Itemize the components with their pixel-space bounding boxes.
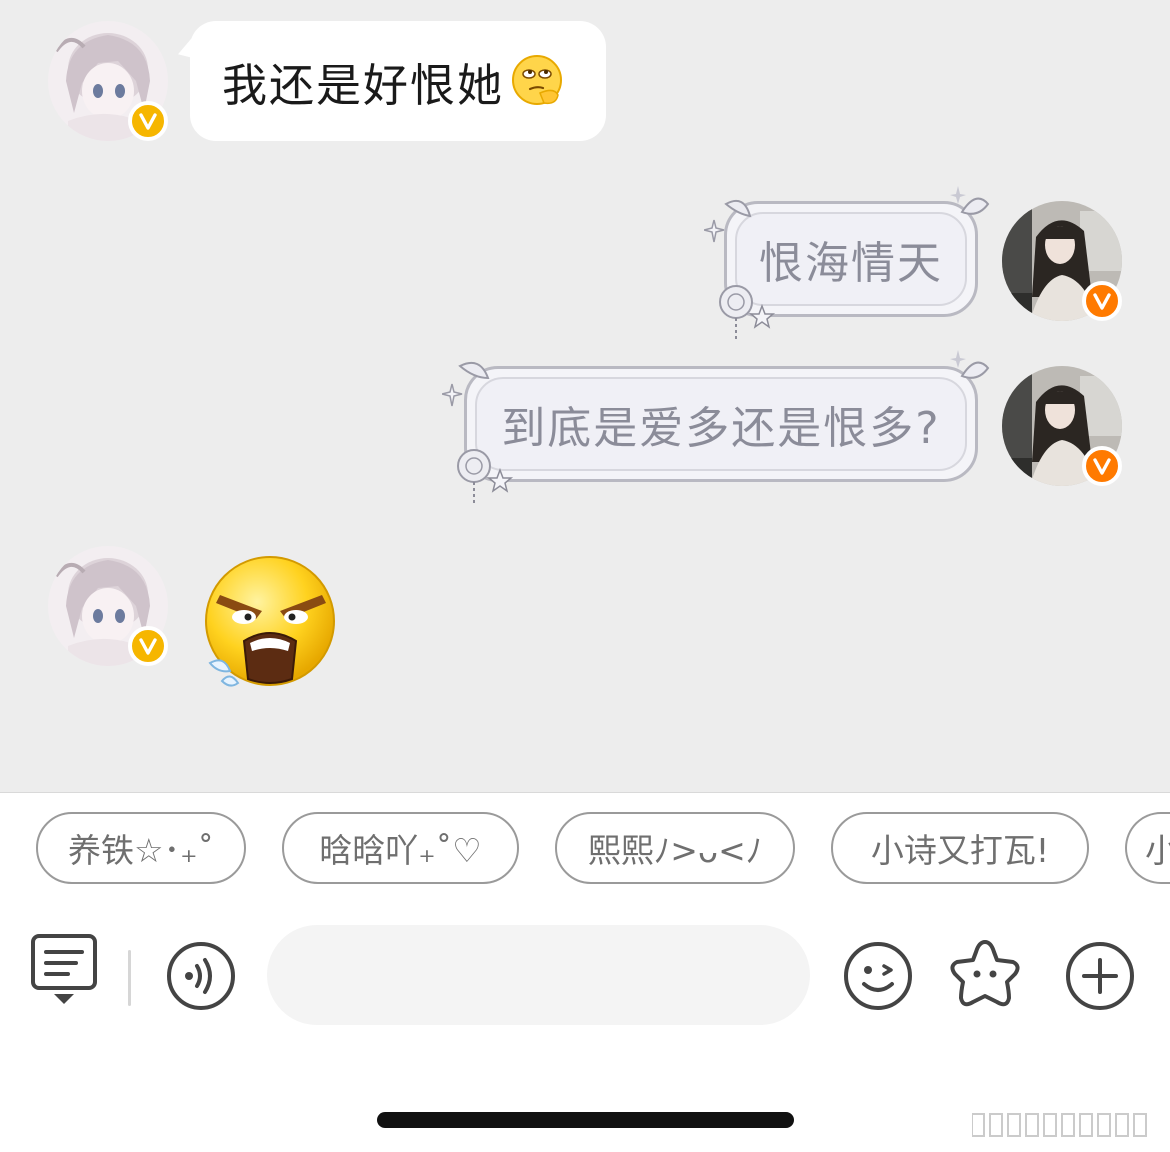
home-indicator[interactable] [377, 1112, 794, 1128]
voice-button[interactable] [165, 940, 237, 1012]
chat-area[interactable]: 我还是好恨她 恨海情天 到底是爱多还是恨多? [0, 0, 1170, 792]
quick-reply-chip[interactable]: 晗晗吖₊˚♡ [282, 812, 519, 884]
verified-badge-icon [1082, 446, 1122, 486]
more-button[interactable] [1064, 940, 1136, 1012]
angry-shouting-face-icon[interactable] [200, 555, 340, 695]
quick-reply-chip[interactable]: 小 [1125, 812, 1170, 884]
plus-icon [1066, 942, 1134, 1010]
quick-reply-bar[interactable]: 养铁☆･₊˚ 晗晗吖₊˚♡ 熙熙ﾉ>ᴗ<ﾉ 小诗又打瓦! 小 [0, 810, 1170, 886]
wing-sparkle-decoration-icon [704, 200, 752, 243]
star-sticker-icon [950, 940, 1020, 1007]
panel-divider [0, 792, 1170, 793]
message-list-icon [31, 934, 97, 1004]
chip-label: 小诗又打瓦! [870, 831, 1050, 870]
verified-badge-icon [128, 101, 168, 141]
lace-flower-decoration-icon [457, 449, 514, 504]
quick-reply-chip[interactable]: 养铁☆･₊˚ [36, 812, 246, 884]
message-list-button[interactable] [28, 932, 100, 1008]
quick-reply-chip[interactable]: 小诗又打瓦! [831, 812, 1089, 884]
my-avatar[interactable] [1002, 201, 1122, 321]
input-toolbar [0, 920, 1170, 1030]
emoji-button[interactable] [842, 940, 914, 1012]
message-bubble-outgoing[interactable]: 到底是爱多还是恨多? [464, 366, 978, 482]
wing-sparkle-decoration-icon [950, 186, 990, 215]
chip-label: 晗晗吖₊˚♡ [319, 831, 482, 870]
chip-label: 养铁☆･₊˚ [67, 831, 214, 870]
quick-reply-chip[interactable]: 熙熙ﾉ>ᴗ<ﾉ [555, 812, 795, 884]
face-with-rolling-eyes-thinking-icon [512, 55, 563, 105]
verified-badge-icon [1082, 281, 1122, 321]
wing-sparkle-decoration-icon [442, 362, 490, 407]
my-avatar[interactable] [1002, 366, 1122, 486]
message-text: 恨海情天 [759, 238, 943, 289]
chip-label: 熙熙ﾉ>ᴗ<ﾉ [587, 831, 763, 870]
lace-flower-decoration-icon [719, 285, 776, 340]
wing-sparkle-decoration-icon [950, 350, 990, 379]
message-input[interactable] [267, 925, 810, 1025]
message-text: 我还是好恨她 [222, 58, 505, 112]
contact-avatar[interactable] [48, 546, 168, 666]
sticker-button[interactable] [947, 936, 1023, 1012]
toolbar-separator [128, 950, 131, 1006]
voice-icon [167, 942, 235, 1010]
emoji-face-icon [844, 942, 912, 1010]
message-text: 到底是爱多还是恨多? [501, 403, 941, 454]
contact-avatar[interactable] [48, 21, 168, 141]
verified-badge-icon [128, 626, 168, 666]
message-bubble-incoming[interactable]: 我还是好恨她 [190, 21, 606, 141]
watermark-icon [972, 1113, 1147, 1137]
chip-label: 小 [1145, 824, 1170, 872]
